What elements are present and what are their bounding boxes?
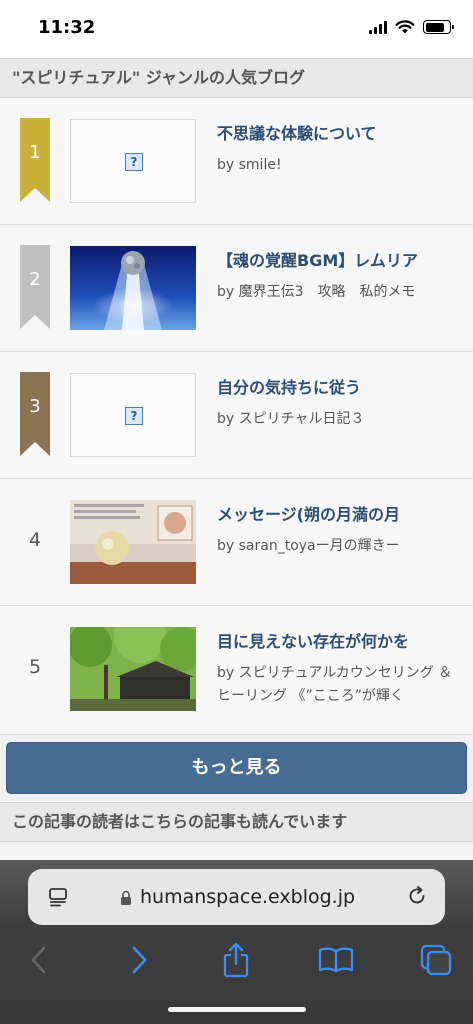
back-icon[interactable] — [20, 940, 60, 980]
rank-number: 3 — [29, 396, 41, 417]
status-icons — [369, 20, 454, 34]
browser-toolbar: humanspace.exblog.jp — [0, 860, 473, 1024]
status-bar: 11:32 — [0, 0, 473, 58]
blog-post-title[interactable]: 自分の気持ちに従う — [217, 374, 457, 398]
wifi-icon — [395, 20, 415, 34]
related-articles-list — [0, 842, 473, 860]
home-indicator — [168, 1007, 306, 1012]
tabs-overview-icon[interactable] — [48, 887, 68, 907]
rank-number: 5 — [28, 656, 42, 678]
rank-number: 2 — [29, 269, 41, 290]
rank-ribbon-gold: 1 — [20, 118, 50, 202]
lock-icon — [121, 890, 131, 905]
reload-icon[interactable] — [406, 885, 428, 907]
rank-number: 1 — [29, 142, 41, 163]
browser-nav-row — [0, 940, 473, 980]
ranking-item-1[interactable]: 1 ? 不思議な体験について by smile! — [0, 98, 473, 225]
blog-author[interactable]: by saran_toyaー月の輝きー — [217, 535, 457, 558]
blog-thumbnail[interactable] — [70, 500, 196, 584]
battery-icon — [423, 20, 454, 34]
missing-image-icon: ? — [125, 153, 143, 171]
blog-thumbnail[interactable]: ? — [70, 373, 196, 457]
rank-ribbon-silver: 2 — [20, 245, 50, 329]
rank-number: 4 — [28, 529, 42, 551]
blog-author[interactable]: by 魔界王伝3 攻略 私的メモ — [217, 281, 457, 304]
blog-author[interactable]: by スピリチュアルカウンセリング ＆ ヒーリング 《”こころ”が輝く — [217, 662, 457, 708]
blog-post-title[interactable]: 【魂の覚醒BGM】レムリア — [217, 247, 457, 271]
address-bar[interactable]: humanspace.exblog.jp — [28, 869, 445, 925]
space-light-photo — [70, 246, 196, 330]
ranking-item-5[interactable]: 5 目に見えない存在が何かを by スピリチュアルカウンセリング ＆ ヒーリング… — [0, 606, 473, 735]
ranking-item-3[interactable]: 3 ? 自分の気持ちに従う by スピリチャル日記３ — [0, 352, 473, 479]
ranking-section-header: "スピリチュアル" ジャンルの人気ブログ — [0, 58, 473, 98]
forward-icon[interactable] — [119, 940, 159, 980]
blog-thumbnail[interactable] — [70, 246, 196, 330]
blog-author[interactable]: by スピリチャル日記３ — [217, 408, 457, 431]
missing-image-icon: ? — [125, 407, 143, 425]
food-photo — [70, 500, 196, 584]
blog-thumbnail[interactable]: ? — [70, 119, 196, 203]
bookmarks-icon[interactable] — [316, 940, 356, 980]
ranking-list: 1 ? 不思議な体験について by smile! 2 【魂の覚醒BGM】レムリア… — [0, 98, 473, 735]
status-time: 11:32 — [38, 17, 96, 38]
blog-post-title[interactable]: メッセージ(朔の月満の月 — [217, 501, 457, 525]
url-text[interactable]: humanspace.exblog.jp — [140, 886, 355, 908]
see-more-button[interactable]: もっと見る — [6, 742, 467, 794]
blog-post-title[interactable]: 不思議な体験について — [217, 120, 457, 144]
cellular-signal-icon — [369, 20, 387, 34]
ranking-item-4[interactable]: 4 メッセージ(朔の月満の月 by saran_toyaー月の輝きー — [0, 479, 473, 606]
forest-photo — [70, 627, 196, 711]
blog-thumbnail[interactable] — [70, 627, 196, 711]
ranking-item-2[interactable]: 2 【魂の覚醒BGM】レムリア by 魔界王伝3 攻略 私的メモ — [0, 225, 473, 352]
related-articles-header: この記事の読者はこちらの記事も読んでいます — [0, 802, 473, 842]
tabs-icon[interactable] — [416, 940, 456, 980]
blog-author[interactable]: by smile! — [217, 154, 457, 177]
blog-post-title[interactable]: 目に見えない存在が何かを — [217, 628, 457, 652]
share-icon[interactable] — [216, 940, 256, 980]
rank-ribbon-bronze: 3 — [20, 372, 50, 456]
